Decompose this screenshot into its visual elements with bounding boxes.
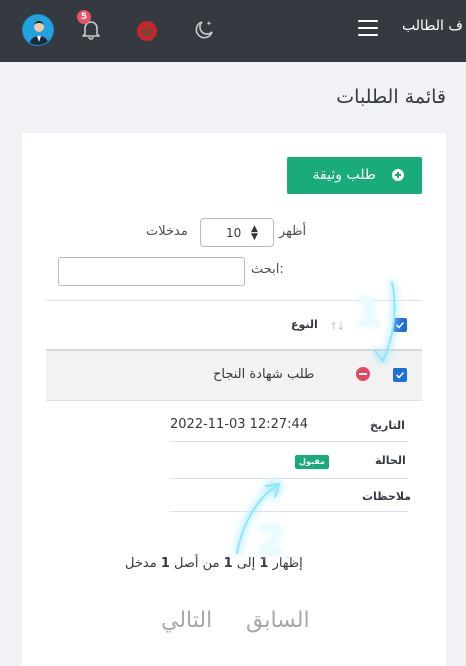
annotation-number-2: 2 <box>257 518 285 564</box>
annotation-number-1: 1 <box>354 290 382 336</box>
annotation-overlay: 1 2 <box>236 281 396 564</box>
